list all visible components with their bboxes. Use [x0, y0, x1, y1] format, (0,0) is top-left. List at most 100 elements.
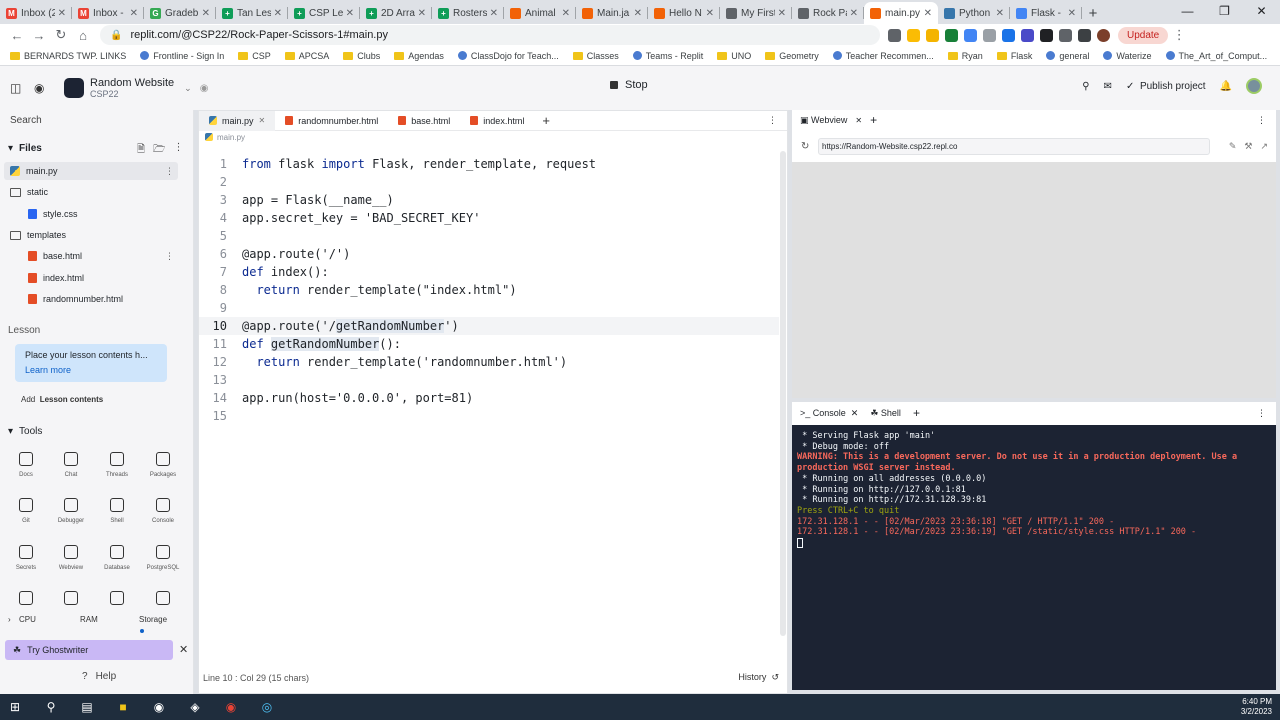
more-icon[interactable]: ⋮ — [1257, 115, 1266, 126]
more-icon[interactable]: ⋮ — [173, 142, 183, 159]
tool-button[interactable]: Packages — [140, 452, 186, 478]
close-tab-icon[interactable]: ✕ — [1068, 8, 1076, 19]
share-icon[interactable] — [888, 28, 901, 42]
eye-icon[interactable]: ◉ — [200, 83, 209, 94]
tool-button[interactable]: Secrets — [3, 545, 49, 571]
tool-button[interactable]: PostgreSQL — [140, 545, 186, 571]
home-icon[interactable]: ⌂ — [72, 28, 94, 43]
bookmark-item[interactable]: Frontline - Sign In — [140, 51, 224, 61]
webview-content[interactable] — [792, 162, 1276, 398]
reload-button[interactable]: ↻ — [50, 27, 72, 43]
close-tab-icon[interactable]: ✕ — [418, 8, 426, 19]
tool-button[interactable]: Git — [3, 498, 49, 524]
forward-button[interactable]: → — [28, 28, 50, 43]
browser-tab[interactable]: main.py ✕ — [864, 2, 938, 24]
chevron-right-icon[interactable]: › — [8, 615, 11, 624]
console-output[interactable]: * Serving Flask app 'main' * Debug mode:… — [792, 425, 1276, 690]
browser-tab[interactable]: + CSP Less✕ — [288, 2, 360, 24]
browser-tab[interactable]: M Inbox - ✕ — [72, 2, 144, 24]
browser-tab[interactable]: + Rosters ✕ — [432, 2, 504, 24]
tool-button[interactable]: Threads — [94, 452, 140, 478]
search-icon[interactable]: ⚲ — [1082, 81, 1089, 92]
tool-button[interactable]: Docs — [3, 452, 49, 478]
close-icon[interactable]: ✕ — [259, 116, 266, 125]
extension-icon[interactable] — [945, 28, 958, 42]
help-button[interactable]: ? Help — [82, 671, 116, 682]
close-tab-icon[interactable]: ✕ — [58, 8, 66, 19]
learn-more-link[interactable]: Learn more — [25, 365, 157, 375]
chevron-down-icon[interactable]: ⌄ — [184, 83, 192, 94]
more-icon[interactable]: ⋮ — [768, 115, 777, 126]
minimize-button[interactable]: — — [1169, 0, 1206, 22]
task-view-icon[interactable]: ▤ — [80, 700, 94, 714]
bookmark-item[interactable]: Geometry — [765, 51, 819, 61]
browser-tab[interactable]: G Gradeb ✕ — [144, 2, 216, 24]
extension-icon[interactable] — [926, 28, 939, 42]
new-tab-button[interactable]: + — [1082, 2, 1104, 24]
close-tab-icon[interactable]: ✕ — [274, 8, 282, 19]
close-tab-icon[interactable]: ✕ — [202, 8, 210, 19]
ghostwriter-button[interactable]: ☘ Try Ghostwriter — [5, 640, 173, 660]
close-tab-icon[interactable]: ✕ — [490, 8, 498, 19]
update-button[interactable]: Update — [1118, 26, 1169, 44]
bookmark-item[interactable]: APCSA — [284, 51, 329, 61]
search-icon[interactable]: ⚲ — [44, 700, 58, 714]
extension-icon[interactable] — [964, 28, 977, 42]
extension-icon[interactable] — [983, 28, 996, 42]
close-icon[interactable]: ✕ — [855, 116, 862, 125]
replit-logo-icon[interactable]: ◉ — [34, 81, 48, 95]
tool-button[interactable] — [94, 591, 140, 611]
close-window-button[interactable]: ✕ — [1243, 0, 1280, 22]
editor-tab[interactable]: main.py ✕ — [199, 110, 276, 131]
bookmark-item[interactable]: Clubs — [343, 51, 380, 61]
new-file-icon[interactable]: 🗎 — [137, 142, 145, 159]
file-tree-item[interactable]: randomnumber.html — [4, 290, 178, 308]
file-tree-item[interactable]: templates — [4, 226, 178, 244]
files-header[interactable]: ▾ Files — [8, 143, 42, 154]
reload-icon[interactable]: ↻ — [801, 141, 809, 152]
chat-icon[interactable]: ✉ — [1104, 81, 1112, 92]
browser-tab[interactable]: My First ✕ — [720, 2, 792, 24]
app-icon[interactable]: ◉ — [152, 700, 166, 714]
avatar[interactable] — [1246, 78, 1262, 94]
extension-icon[interactable] — [1040, 28, 1053, 42]
star-icon[interactable] — [907, 28, 920, 42]
open-external-icon[interactable]: ↗ — [1260, 141, 1268, 152]
add-tab-icon[interactable]: + — [870, 113, 877, 127]
file-tree-item[interactable]: static — [4, 183, 178, 201]
close-tab-icon[interactable]: ✕ — [634, 8, 642, 19]
editor-scrollbar[interactable] — [780, 151, 786, 636]
history-button[interactable]: History ↺ — [738, 672, 779, 683]
tab-shell[interactable]: ☘ Shell — [870, 408, 901, 419]
bookmark-item[interactable]: ClassDojo for Teach... — [457, 51, 559, 61]
close-tab-icon[interactable]: ✕ — [778, 8, 786, 19]
tab-webview[interactable]: ▣ Webview — [800, 115, 847, 126]
editor-tab[interactable]: index.html — [460, 111, 534, 131]
browser-tab[interactable]: Hello N ✕ — [648, 2, 720, 24]
add-lesson-button[interactable]: Add Lesson contents — [21, 395, 103, 404]
bookmark-item[interactable]: Waterize — [1103, 51, 1152, 61]
close-tab-icon[interactable]: ✕ — [346, 8, 354, 19]
browser-tab[interactable]: + Tan Less✕ — [216, 2, 288, 24]
more-icon[interactable]: ⋮ — [1257, 408, 1266, 419]
omnibox[interactable]: 🔒 replit.com/@CSP22/Rock-Paper-Scissors-… — [100, 25, 880, 45]
bookmark-item[interactable]: UNO — [717, 51, 751, 61]
file-tree-item[interactable]: style.css — [4, 205, 178, 223]
edit-icon[interactable]: ✎ — [1229, 141, 1237, 152]
browser-tab[interactable]: Main.ja ✕ — [576, 2, 648, 24]
tool-button[interactable]: Debugger — [48, 498, 94, 524]
extension-icon[interactable] — [1002, 28, 1015, 42]
browser-tab[interactable]: Animal ✕ — [504, 2, 576, 24]
publish-button[interactable]: ✓ Publish project — [1126, 81, 1206, 92]
close-tab-icon[interactable]: ✕ — [924, 8, 932, 19]
bookmark-item[interactable]: BERNARDS TWP. LINKS — [10, 51, 126, 61]
file-tree-item[interactable]: main.py ⋮ — [4, 162, 178, 180]
bookmark-item[interactable]: Agendas — [394, 51, 444, 61]
add-tab-icon[interactable]: + — [913, 406, 920, 420]
sidebar-toggle-icon[interactable]: ◫ — [10, 81, 24, 95]
tool-button[interactable]: Chat — [48, 452, 94, 478]
bookmark-item[interactable]: The_Art_of_Comput... — [1165, 51, 1267, 61]
sidepanel-icon[interactable] — [1078, 28, 1091, 42]
more-icon[interactable]: ⋮ — [165, 251, 174, 262]
file-tree-item[interactable]: base.html ⋮ — [4, 247, 178, 265]
